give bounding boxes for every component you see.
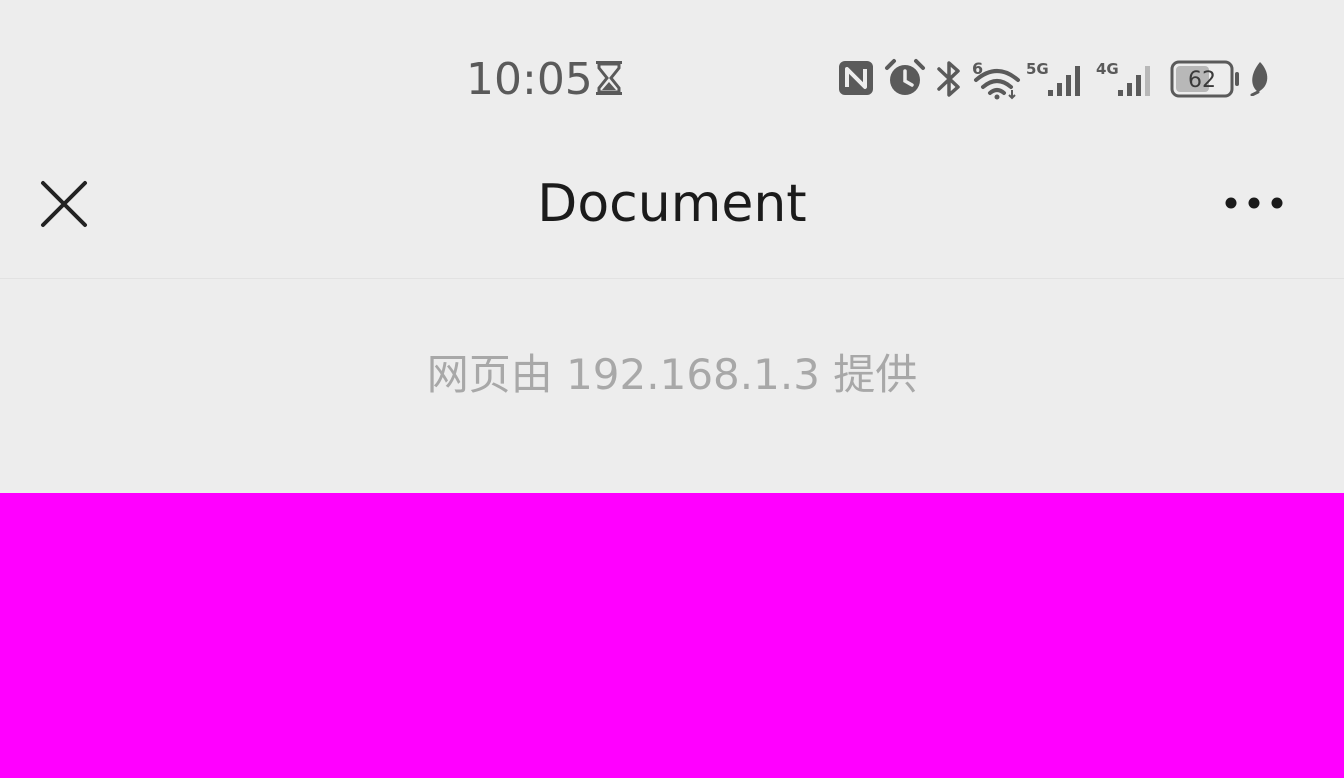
svg-text:5G: 5G [1026,60,1049,78]
more-button[interactable] [1214,180,1298,226]
alarm-icon [885,59,925,95]
title-bar: Document [0,150,1344,279]
page-title: Document [537,174,807,234]
nfc-icon [839,61,873,95]
wifi-icon: 6 [972,59,1020,100]
more-horizontal-icon [1225,197,1283,209]
leaf-icon [1250,62,1268,96]
signal-4g-icon: 4G [1096,60,1150,96]
provider-banner: 网页由 192.168.1.3 提供 [0,279,1344,493]
webview-page: 10:05 6 5G 4G 62 Document 网页由 192.168.1.… [0,0,1344,778]
battery-level: 62 [1188,68,1216,93]
hourglass-icon [596,61,622,95]
status-bar: 10:05 6 5G 4G 62 [0,0,1344,150]
web-content-area[interactable] [0,493,1344,778]
status-time: 10:05 [466,54,593,105]
signal-5g-icon: 5G [1026,60,1080,96]
provider-text: 网页由 192.168.1.3 提供 [426,350,918,399]
bluetooth-icon [937,61,960,97]
svg-text:4G: 4G [1096,60,1119,78]
battery-icon: 62 [1170,60,1239,98]
